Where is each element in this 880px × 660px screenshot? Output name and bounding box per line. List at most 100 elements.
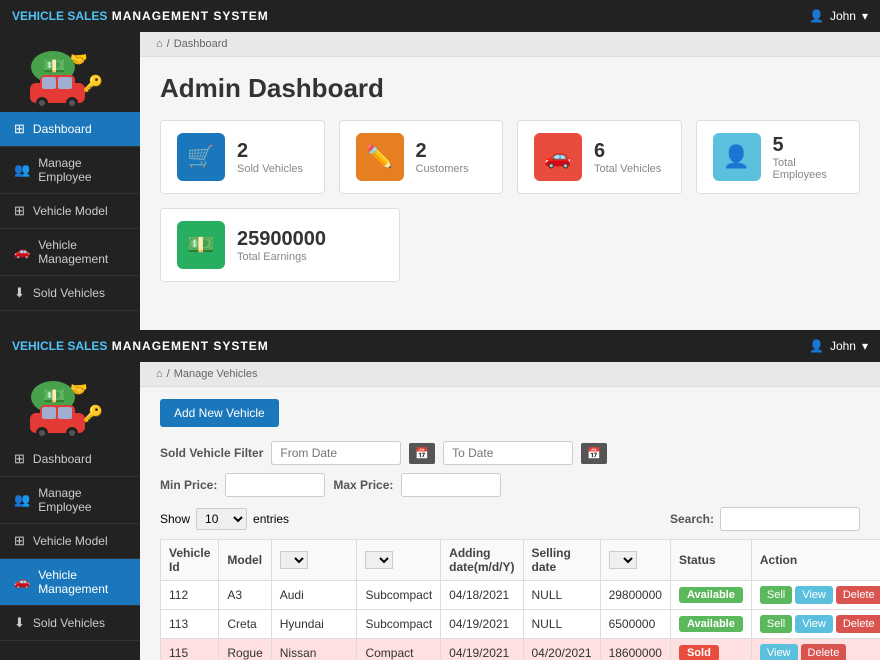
cell-sell-date: NULL: [523, 610, 600, 639]
cell-type: Subcompact: [357, 610, 441, 639]
model-icon-2: ⊞: [14, 533, 25, 549]
chevron-down-icon-2: ▾: [862, 339, 868, 353]
cell-type: Compact: [357, 639, 441, 660]
view-button[interactable]: View: [795, 586, 833, 604]
cell-action: Sell View Delete: [751, 581, 880, 610]
total-vehicles-icon: 🚗: [534, 133, 582, 181]
sidebar-item-dashboard-1[interactable]: ⊞ Dashboard: [0, 112, 140, 147]
cell-model: Creta: [219, 610, 271, 639]
cell-model: A3: [219, 581, 271, 610]
delete-button[interactable]: Delete: [801, 644, 847, 660]
col-sell-date: Selling date: [523, 540, 600, 581]
col-type-filter: [357, 540, 441, 581]
sell-button[interactable]: Sell: [760, 586, 792, 604]
employees-label: Total Employees: [773, 157, 844, 181]
total-vehicles-count: 6: [594, 140, 661, 163]
sidebar-item-employee-2[interactable]: 👥 Manage Employee: [0, 477, 140, 524]
stat-card-employees: 👤 5 Total Employees: [696, 120, 861, 194]
to-date-calendar-button[interactable]: 📅: [581, 443, 607, 464]
sold-label: Sold Vehicles: [237, 163, 303, 175]
sidebar-item-vehicle-mgmt-2[interactable]: 🚗 Vehicle Management: [0, 559, 140, 606]
svg-text:💵: 💵: [43, 386, 65, 406]
min-price-input[interactable]: [225, 473, 325, 497]
view-button[interactable]: View: [760, 644, 798, 660]
brand-filter-select[interactable]: [280, 551, 308, 569]
search-input[interactable]: [720, 507, 860, 531]
sell-button[interactable]: Sell: [760, 615, 792, 633]
dashboard-icon-2: ⊞: [14, 451, 25, 467]
svg-text:🔑: 🔑: [83, 404, 103, 423]
col-status: Status: [670, 540, 751, 581]
table-row: 113 Creta Hyundai Subcompact 04/19/2021 …: [161, 610, 880, 639]
price-filter-select[interactable]: [609, 551, 637, 569]
table-row: 115 Rogue Nissan Compact 04/19/2021 04/2…: [161, 639, 880, 660]
from-date-input[interactable]: [271, 441, 401, 465]
action-buttons: View Delete: [760, 644, 880, 660]
max-price-input[interactable]: [401, 473, 501, 497]
total-employees-icon: 👤: [713, 133, 761, 181]
chevron-down-icon: ▾: [862, 9, 868, 23]
cell-brand: Hyundai: [271, 610, 357, 639]
stat-card-sold: 🛒 2 Sold Vehicles: [160, 120, 325, 194]
cell-status: Available: [670, 610, 751, 639]
table-header-row: Vehicle Id Model Adding date(m/d/Y) Sell…: [161, 540, 880, 581]
svg-text:🔑: 🔑: [83, 74, 103, 93]
cell-price: 29800000: [600, 581, 670, 610]
add-vehicle-button[interactable]: Add New Vehicle: [160, 399, 279, 427]
action-buttons: Sell View Delete: [760, 615, 880, 633]
price-row: Min Price: Max Price:: [160, 473, 860, 497]
from-date-calendar-button[interactable]: 📅: [409, 443, 435, 464]
type-filter-select[interactable]: [365, 551, 393, 569]
cell-status: Available: [670, 581, 751, 610]
total-vehicles-label: Total Vehicles: [594, 163, 661, 175]
delete-button[interactable]: Delete: [836, 586, 880, 604]
stat-card-customers: ✏️ 2 Customers: [339, 120, 504, 194]
model-icon: ⊞: [14, 203, 25, 219]
user-menu-1[interactable]: 👤 John ▾: [809, 9, 868, 23]
sidebar-item-model-2[interactable]: ⊞ Vehicle Model: [0, 524, 140, 559]
cell-add-date: 04/19/2021: [441, 639, 523, 660]
to-date-input[interactable]: [443, 441, 573, 465]
sold-vehicles-icon: 🛒: [177, 133, 225, 181]
customers-count: 2: [416, 140, 469, 163]
main-dashboard: ⌂ / Dashboard Admin Dashboard 🛒 2 Sold V…: [140, 32, 880, 330]
vehicle-icon-2: 🚗: [14, 574, 30, 590]
delete-button[interactable]: Delete: [836, 615, 880, 633]
sold-icon: ⬇: [14, 285, 25, 301]
user-menu-2[interactable]: 👤 John ▾: [809, 339, 868, 353]
top-nav-1: VEHICLE SALES MANAGEMENT SYSTEM 👤 John ▾: [0, 0, 880, 32]
col-vehicle-id: Vehicle Id: [161, 540, 219, 581]
table-controls: Show 10 25 50 100 entries Search:: [160, 507, 860, 531]
earnings-card: 💵 25900000 Total Earnings: [160, 208, 400, 282]
sidebar-item-dashboard-2[interactable]: ⊞ Dashboard: [0, 442, 140, 477]
employees-count: 5: [773, 134, 844, 157]
sold-icon-2: ⬇: [14, 615, 25, 631]
min-price-label: Min Price:: [160, 478, 217, 492]
customers-label: Customers: [416, 163, 469, 175]
sold-count: 2: [237, 140, 303, 163]
cell-model: Rogue: [219, 639, 271, 660]
sidebar-2: 💵 🤝 🔑 ⊞ Dashboard 👥: [0, 362, 140, 660]
earnings-number: 25900000: [237, 228, 326, 251]
show-label: Show: [160, 512, 190, 526]
cell-brand: Audi: [271, 581, 357, 610]
page-title-1: Admin Dashboard: [160, 73, 860, 104]
sidebar-item-sold-1[interactable]: ⬇ Sold Vehicles: [0, 276, 140, 311]
max-price-label: Max Price:: [333, 478, 393, 492]
sidebar-item-employee-1[interactable]: 👥 Manage Employee: [0, 147, 140, 194]
dashboard-icon: ⊞: [14, 121, 25, 137]
logo-area-1: 💵 🤝 🔑: [0, 32, 140, 112]
sidebar-item-vehicle-mgmt-1[interactable]: 🚗 Vehicle Management: [0, 229, 140, 276]
car-logo-svg-2: 💵 🤝 🔑: [15, 369, 125, 439]
entries-select[interactable]: 10 25 50 100: [196, 508, 247, 530]
cell-action: View Delete: [751, 639, 880, 660]
sidebar-item-model-1[interactable]: ⊞ Vehicle Model: [0, 194, 140, 229]
cell-id: 113: [161, 610, 219, 639]
breadcrumb-2: ⌂ / Manage Vehicles: [140, 362, 880, 387]
cell-type: Subcompact: [357, 581, 441, 610]
sidebar-1: 💵 🤝 🔑 ⊞ Dashboard: [0, 32, 140, 330]
cell-action: Sell View Delete: [751, 610, 880, 639]
sidebar-item-sold-2[interactable]: ⬇ Sold Vehicles: [0, 606, 140, 641]
employee-icon-2: 👥: [14, 492, 30, 508]
view-button[interactable]: View: [795, 615, 833, 633]
